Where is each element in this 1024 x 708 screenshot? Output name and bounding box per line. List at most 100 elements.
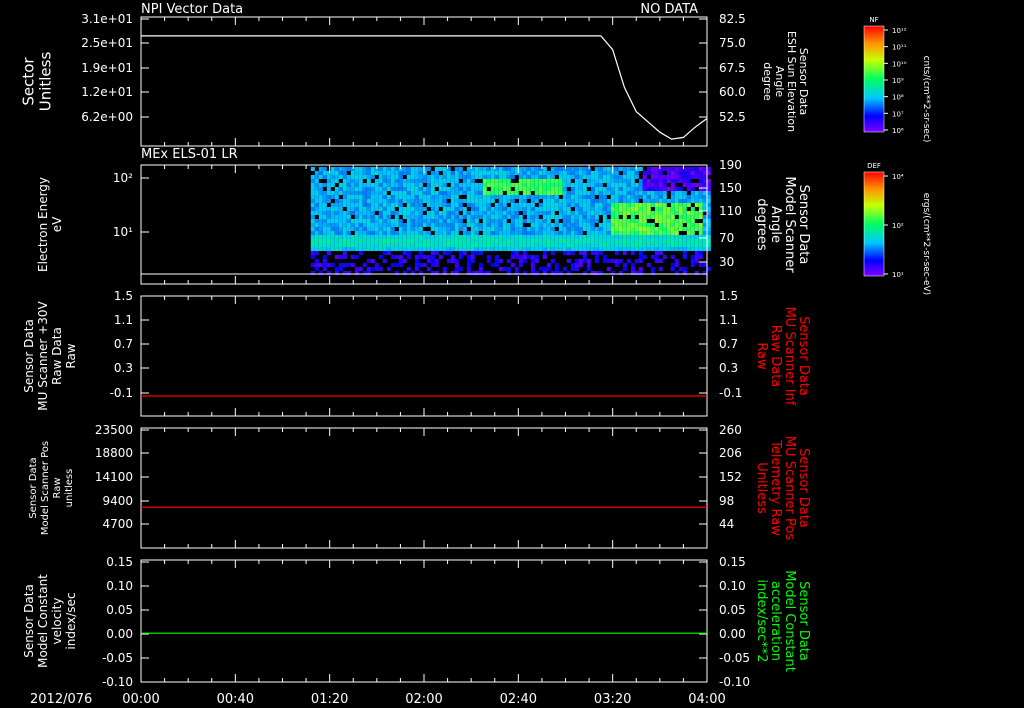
heatmap-cell — [354, 215, 359, 219]
heatmap-cell — [442, 211, 447, 215]
heatmap-cell — [578, 263, 583, 267]
heatmap-cell — [542, 239, 547, 243]
heatmap-cell — [338, 187, 343, 191]
heatmap-cell — [442, 199, 447, 203]
heatmap-cell — [482, 207, 487, 211]
heatmap-cell — [506, 183, 511, 187]
heatmap-cell — [614, 215, 619, 219]
heatmap-cell — [394, 239, 399, 243]
heatmap-cell — [470, 219, 475, 223]
heatmap-cell — [506, 187, 511, 191]
heatmap-cell — [646, 215, 651, 219]
heatmap-cell — [386, 179, 391, 183]
heatmap-cell — [538, 247, 543, 251]
heatmap-cell — [578, 235, 583, 239]
heatmap-cell — [350, 203, 355, 207]
heatmap-cell — [318, 195, 323, 199]
heatmap-cell — [378, 175, 383, 179]
date-label: 2012/076 — [30, 692, 92, 707]
heatmap-cell — [426, 199, 431, 203]
heatmap-cell — [626, 235, 631, 239]
heatmap-cell — [446, 211, 451, 215]
heatmap-cell — [482, 235, 487, 239]
heatmap-cell — [462, 179, 467, 183]
heatmap-cell — [434, 235, 439, 239]
heatmap-cell — [654, 203, 659, 207]
heatmap-cell — [602, 215, 607, 219]
heatmap-cell — [594, 239, 599, 243]
heatmap-cell — [598, 187, 603, 191]
heatmap-cell — [318, 183, 323, 187]
heatmap-cell — [570, 251, 575, 255]
heatmap-cell — [466, 263, 471, 267]
heatmap-cell — [542, 171, 547, 175]
heatmap-cell — [490, 243, 495, 247]
heatmap-cell — [502, 175, 507, 179]
heatmap-cell — [394, 243, 399, 247]
heatmap-cell — [630, 243, 635, 247]
heatmap-cell — [702, 171, 707, 175]
heatmap-cell — [682, 171, 687, 175]
heatmap-cell — [478, 167, 483, 171]
heatmap-cell — [510, 223, 515, 227]
heatmap-cell — [326, 227, 331, 231]
heatmap-cell — [438, 203, 443, 207]
heatmap-cell — [618, 175, 623, 179]
heatmap-cell — [654, 207, 659, 211]
heatmap-cell — [586, 231, 591, 235]
heatmap-cell — [506, 243, 511, 247]
heatmap-cell — [450, 211, 455, 215]
heatmap-cell — [510, 167, 515, 171]
heatmap-cell — [694, 255, 699, 259]
heatmap-cell — [318, 187, 323, 191]
heatmap-cell — [426, 243, 431, 247]
heatmap-cell — [310, 195, 315, 199]
heatmap-cell — [674, 247, 679, 251]
heatmap-cell — [394, 203, 399, 207]
heatmap-cell — [466, 187, 471, 191]
heatmap-cell — [510, 243, 515, 247]
heatmap-cell — [430, 207, 435, 211]
heatmap-cell — [650, 235, 655, 239]
heatmap-cell — [666, 199, 671, 203]
heatmap-cell — [354, 219, 359, 223]
heatmap-cell — [326, 247, 331, 251]
heatmap-cell — [438, 231, 443, 235]
heatmap-cell — [330, 263, 335, 267]
heatmap-cell — [638, 211, 643, 215]
heatmap-cell — [446, 215, 451, 219]
heatmap-cell — [602, 247, 607, 251]
heatmap-cell — [346, 199, 351, 203]
heatmap-cell — [634, 227, 639, 231]
heatmap-cell — [674, 259, 679, 263]
heatmap-cell — [322, 243, 327, 247]
heatmap-cell — [526, 227, 531, 231]
heatmap-cell — [318, 215, 323, 219]
heatmap-cell — [662, 227, 667, 231]
heatmap-cell — [354, 227, 359, 231]
heatmap-cell — [510, 215, 515, 219]
heatmap-cell — [390, 263, 395, 267]
heatmap-cell — [386, 215, 391, 219]
heatmap-cell — [534, 183, 539, 187]
heatmap-cell — [330, 183, 335, 187]
heatmap-cell — [566, 199, 571, 203]
heatmap-cell — [562, 219, 567, 223]
heatmap-cell — [322, 235, 327, 239]
heatmap-cell — [330, 175, 335, 179]
heatmap-cell — [406, 239, 411, 243]
heatmap-cell — [470, 171, 475, 175]
heatmap-cell — [566, 203, 571, 207]
heatmap-cell — [434, 167, 439, 171]
heatmap-cell — [670, 247, 675, 251]
heatmap-cell — [458, 167, 463, 171]
heatmap-cell — [634, 199, 639, 203]
heatmap-cell — [410, 219, 415, 223]
heatmap-cell — [382, 223, 387, 227]
heatmap-cell — [578, 215, 583, 219]
heatmap-cell — [314, 171, 319, 175]
heatmap-cell — [550, 239, 555, 243]
heatmap-cell — [610, 219, 615, 223]
heatmap-cell — [406, 183, 411, 187]
heatmap-cell — [478, 251, 483, 255]
